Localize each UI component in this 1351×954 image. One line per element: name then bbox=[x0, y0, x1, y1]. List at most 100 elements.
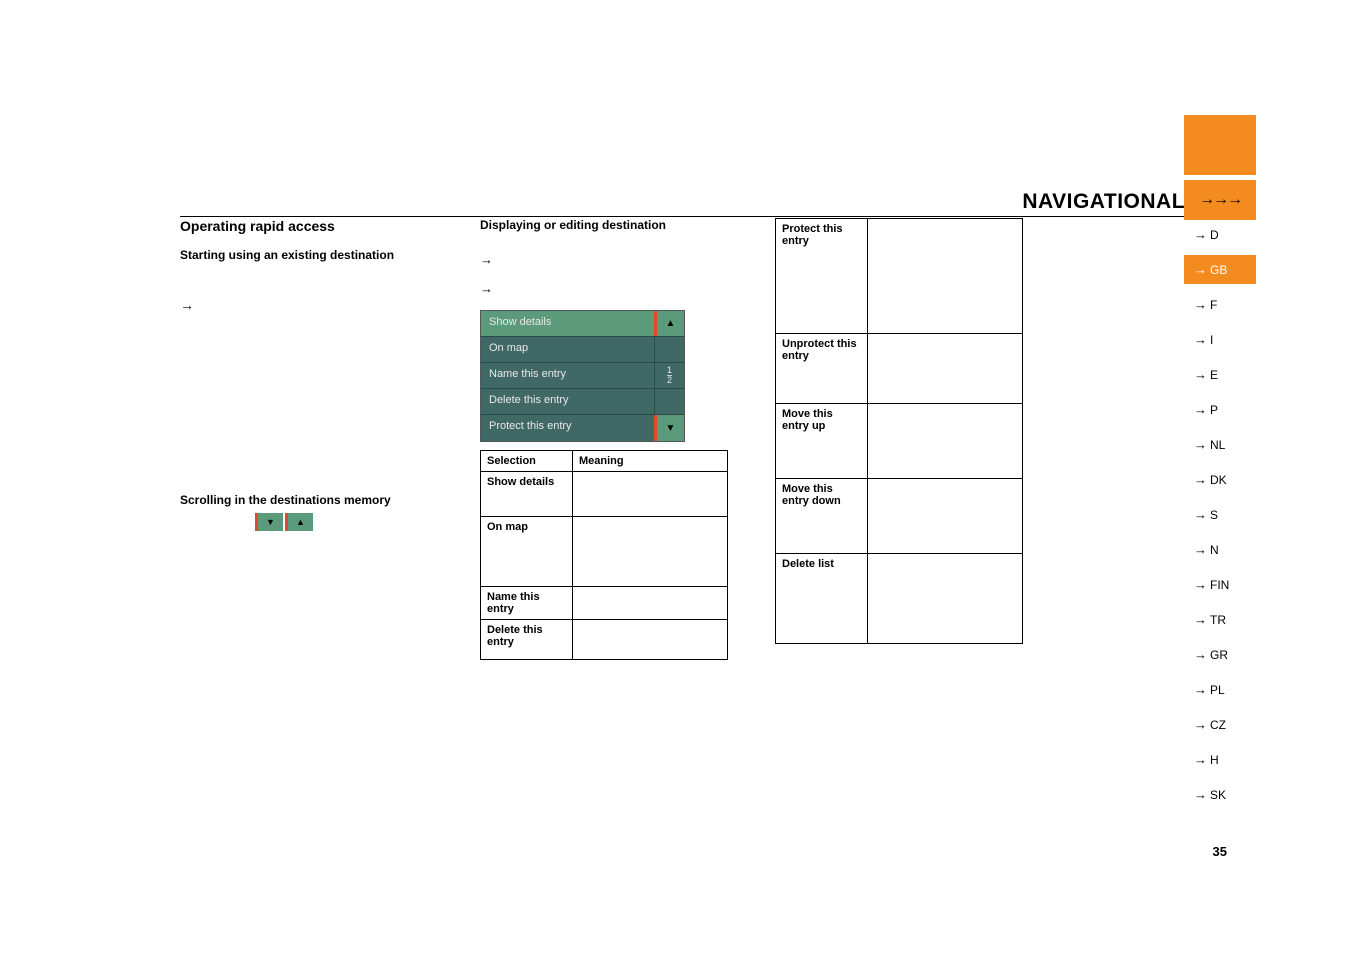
lang-item-e[interactable]: →E bbox=[1184, 360, 1256, 389]
table-cell bbox=[868, 554, 1023, 644]
table-cell bbox=[573, 620, 728, 660]
lang-code: FIN bbox=[1210, 578, 1229, 592]
arrow-icon: → bbox=[1194, 682, 1207, 697]
lang-item-f[interactable]: →F bbox=[1184, 290, 1256, 319]
step-arrow-icon: → bbox=[180, 297, 480, 313]
lang-item-h[interactable]: →H bbox=[1184, 745, 1256, 774]
subsection-heading: Displaying or editing destination bbox=[480, 218, 775, 232]
arrow-icon: → bbox=[1194, 402, 1207, 417]
options-table: Selection Meaning Show details On map Na… bbox=[480, 450, 728, 660]
table-cell: Delete this entry bbox=[481, 620, 573, 660]
continuation-arrows: →→→ bbox=[1184, 180, 1256, 220]
editbox-item-show-details: Show details bbox=[481, 311, 654, 336]
lang-item-cz[interactable]: →CZ bbox=[1184, 710, 1256, 739]
arrow-icon: → bbox=[1194, 577, 1207, 592]
lang-code: NL bbox=[1210, 438, 1225, 452]
arrow-icon: → bbox=[1194, 507, 1207, 522]
lang-item-pl[interactable]: →PL bbox=[1184, 675, 1256, 704]
options-table-continued: Protect this entry Unprotect this entry … bbox=[775, 218, 1023, 644]
table-row: Move this entry up bbox=[776, 404, 1023, 479]
lang-code: N bbox=[1210, 543, 1219, 557]
lang-item-d[interactable]: →D bbox=[1184, 220, 1256, 249]
table-cell bbox=[868, 219, 1023, 334]
editbox-row: Name this entry 12 bbox=[481, 363, 684, 389]
table-header-row: Selection Meaning bbox=[481, 451, 728, 472]
lang-code: SK bbox=[1210, 788, 1226, 802]
subsection-heading: Scrolling in the destinations memory bbox=[180, 493, 480, 507]
table-cell: Move this entry down bbox=[776, 479, 868, 554]
content-area: Operating rapid access Starting using an… bbox=[180, 218, 1256, 660]
corner-decoration bbox=[1184, 115, 1256, 175]
table-cell bbox=[868, 404, 1023, 479]
arrow-icon: → bbox=[1194, 227, 1207, 242]
column-1: Operating rapid access Starting using an… bbox=[180, 218, 480, 660]
table-cell: Unprotect this entry bbox=[776, 334, 868, 404]
table-row: Delete this entry bbox=[481, 620, 728, 660]
lang-code: D bbox=[1210, 228, 1219, 242]
lang-item-p[interactable]: →P bbox=[1184, 395, 1256, 424]
lang-item-s[interactable]: →S bbox=[1184, 500, 1256, 529]
lang-item-i[interactable]: →I bbox=[1184, 325, 1256, 354]
arrow-icon: → bbox=[1194, 262, 1207, 277]
table-cell: Show details bbox=[481, 472, 573, 517]
lang-item-n[interactable]: →N bbox=[1184, 535, 1256, 564]
editbox-row: Protect this entry ▼ bbox=[481, 415, 684, 441]
section-heading: Operating rapid access bbox=[180, 218, 480, 234]
step-arrow-icon: → bbox=[480, 281, 775, 296]
scroll-up-icon: ▲ bbox=[654, 311, 684, 336]
table-cell bbox=[573, 472, 728, 517]
lang-item-dk[interactable]: →DK bbox=[1184, 465, 1256, 494]
editbox-row: Delete this entry bbox=[481, 389, 684, 415]
lang-item-tr[interactable]: →TR bbox=[1184, 605, 1256, 634]
lang-code: S bbox=[1210, 508, 1218, 522]
editbox-item-on-map: On map bbox=[481, 337, 654, 362]
scrollbar-track bbox=[654, 389, 684, 414]
editbox-row: On map bbox=[481, 337, 684, 363]
arrow-icon: → bbox=[1194, 297, 1207, 312]
table-header-selection: Selection bbox=[481, 451, 573, 472]
arrow-icon: → bbox=[1194, 612, 1207, 627]
table-row: On map bbox=[481, 517, 728, 587]
scroll-up-button: ▲ bbox=[285, 513, 313, 531]
lang-item-gr[interactable]: →GR bbox=[1184, 640, 1256, 669]
table-row: Move this entry down bbox=[776, 479, 1023, 554]
table-cell: On map bbox=[481, 517, 573, 587]
scroll-down-icon: ▼ bbox=[654, 415, 684, 441]
table-row: Unprotect this entry bbox=[776, 334, 1023, 404]
table-cell bbox=[573, 587, 728, 620]
lang-item-nl[interactable]: →NL bbox=[1184, 430, 1256, 459]
table-row: Show details bbox=[481, 472, 728, 517]
editbox-item-delete-entry: Delete this entry bbox=[481, 389, 654, 414]
editbox-item-protect-entry: Protect this entry bbox=[481, 415, 654, 441]
lang-code: DK bbox=[1210, 473, 1227, 487]
lang-code: CZ bbox=[1210, 718, 1226, 732]
lang-code: H bbox=[1210, 753, 1219, 767]
table-header-meaning: Meaning bbox=[573, 451, 728, 472]
lang-code: TR bbox=[1210, 613, 1226, 627]
arrow-icon: → bbox=[1194, 437, 1207, 452]
lang-code: F bbox=[1210, 298, 1217, 312]
editbox-screenshot: Show details ▲ On map Name this entry 12… bbox=[480, 310, 685, 442]
lang-code: GR bbox=[1210, 648, 1228, 662]
scrollbar-track bbox=[654, 337, 684, 362]
arrow-icon: → bbox=[1194, 367, 1207, 382]
table-cell: Protect this entry bbox=[776, 219, 868, 334]
arrow-icon: → bbox=[1194, 647, 1207, 662]
step-arrow-icon: → bbox=[480, 252, 775, 267]
arrow-icon: → bbox=[1194, 752, 1207, 767]
lang-code: PL bbox=[1210, 683, 1225, 697]
table-cell: Name this entry bbox=[481, 587, 573, 620]
table-cell bbox=[868, 334, 1023, 404]
lang-item-gb[interactable]: →GB bbox=[1184, 255, 1256, 284]
column-3: Protect this entry Unprotect this entry … bbox=[775, 218, 1070, 660]
arrow-icon: → bbox=[1194, 472, 1207, 487]
language-sidebar: →D→GB→F→I→E→P→NL→DK→S→N→FIN→TR→GR→PL→CZ→… bbox=[1184, 220, 1256, 809]
table-cell bbox=[868, 479, 1023, 554]
editbox-item-name-entry: Name this entry bbox=[481, 363, 654, 388]
lang-item-sk[interactable]: →SK bbox=[1184, 780, 1256, 809]
table-cell bbox=[573, 517, 728, 587]
arrow-icon: → bbox=[1194, 717, 1207, 732]
lang-item-fin[interactable]: →FIN bbox=[1184, 570, 1256, 599]
table-cell: Move this entry up bbox=[776, 404, 868, 479]
lang-code: I bbox=[1210, 333, 1213, 347]
